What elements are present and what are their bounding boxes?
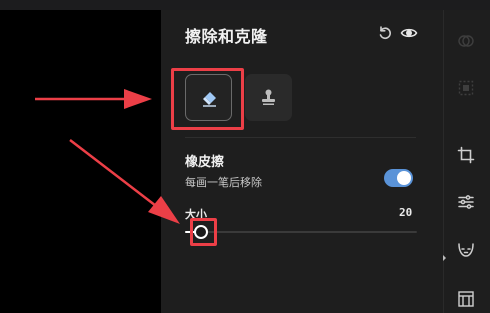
active-indicator-caret xyxy=(443,255,446,261)
slider-thumb[interactable] xyxy=(194,225,209,239)
divider xyxy=(185,137,416,138)
stamp-icon xyxy=(262,89,275,105)
mode-description: 每画一笔后移除 xyxy=(185,176,262,189)
tool-rail xyxy=(443,10,490,313)
size-label: 大小 xyxy=(185,208,207,221)
toggle-knob xyxy=(397,171,411,185)
dashed-square-icon[interactable] xyxy=(457,79,475,97)
frame-icon[interactable] xyxy=(457,290,475,308)
undo-icon[interactable] xyxy=(376,24,394,42)
clone-stamp-tool-button[interactable] xyxy=(245,74,292,121)
size-value: 20 xyxy=(399,206,413,219)
erase-clone-panel: 擦除和克隆 橡皮擦 每画一笔后移除 大小 20 xyxy=(161,10,443,313)
eraser-icon xyxy=(203,92,216,107)
panel-title: 擦除和克隆 xyxy=(185,27,268,46)
crop-icon[interactable] xyxy=(457,146,475,164)
slider-track xyxy=(185,231,417,233)
face-icon[interactable] xyxy=(457,240,475,258)
eraser-tool-button[interactable] xyxy=(185,74,232,121)
mode-title: 橡皮擦 xyxy=(185,155,225,170)
size-slider[interactable] xyxy=(185,222,417,242)
top-bar xyxy=(0,0,490,10)
remove-after-stroke-toggle[interactable] xyxy=(384,169,413,187)
sliders-icon[interactable] xyxy=(457,193,475,211)
rail-separator xyxy=(443,10,444,313)
image-canvas[interactable] xyxy=(0,10,161,313)
overlap-circles-icon[interactable] xyxy=(457,32,475,50)
eye-icon[interactable] xyxy=(400,24,418,42)
